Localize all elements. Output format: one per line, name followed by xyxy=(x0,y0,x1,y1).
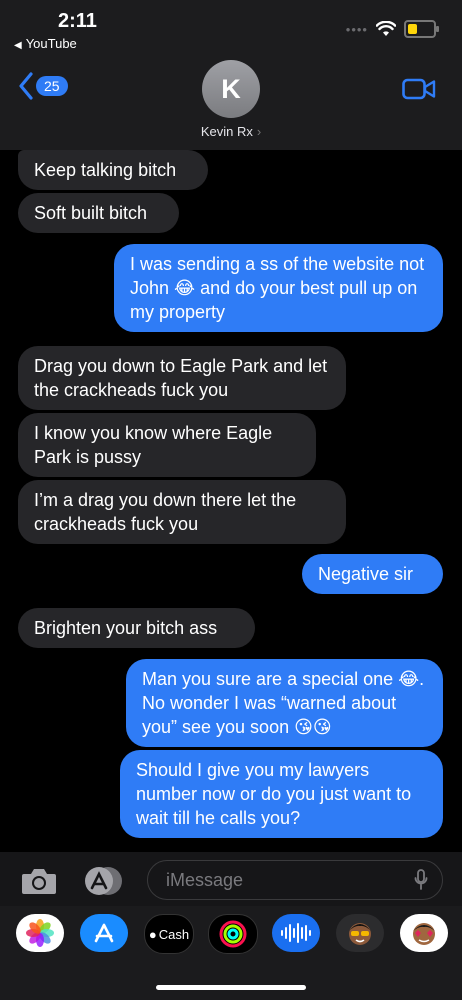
camera-icon[interactable] xyxy=(20,866,58,896)
apple-cash-button[interactable]: ● Cash xyxy=(144,914,194,954)
chevron-right-icon: › xyxy=(256,124,262,139)
back-app-label: YouTube xyxy=(25,36,77,51)
imessage-input[interactable]: iMessage xyxy=(147,860,443,900)
microphone-icon[interactable] xyxy=(414,869,428,891)
fitness-button[interactable] xyxy=(208,914,258,954)
contact-name-button[interactable]: Kevin Rx › xyxy=(0,124,462,139)
message-bubble-outgoing[interactable]: I was sending a ss of the website not Jo… xyxy=(114,244,443,332)
app-store-button[interactable] xyxy=(80,914,128,952)
message-bubble-outgoing[interactable]: Should I give you my lawyers number now … xyxy=(120,750,443,838)
back-button[interactable]: 25 xyxy=(18,72,68,100)
cash-label: Cash xyxy=(158,926,190,942)
audio-waveform-icon xyxy=(281,923,311,943)
memoji-stickers-icon xyxy=(413,923,435,945)
message-bubble-incoming[interactable]: I know you know where Eagle Park is puss… xyxy=(18,413,316,477)
back-to-app-link[interactable]: ◀ YouTube xyxy=(14,36,77,51)
memoji-icon xyxy=(349,923,371,945)
contact-name: Kevin Rx xyxy=(200,124,253,139)
memoji-button[interactable] xyxy=(336,914,384,952)
activity-rings-icon xyxy=(219,920,247,948)
battery-icon xyxy=(404,20,439,38)
message-bubble-incoming[interactable]: I’m a drag you down there let the crackh… xyxy=(18,480,346,544)
wifi-icon xyxy=(376,21,396,36)
photos-app-button[interactable] xyxy=(16,914,64,952)
home-indicator xyxy=(156,985,306,990)
unread-count-badge: 25 xyxy=(36,76,68,96)
contact-avatar[interactable]: K xyxy=(202,60,260,118)
message-bubble-incoming[interactable]: Soft built bitch xyxy=(18,193,179,233)
back-triangle-icon: ◀ xyxy=(14,40,22,51)
message-bubble-incoming[interactable]: Brighten your bitch ass xyxy=(18,608,255,648)
status-indicators: •••• xyxy=(345,20,439,38)
message-bubble-incoming[interactable]: Drag you down to Eagle Park and let the … xyxy=(18,346,346,410)
app-store-apps-icon[interactable] xyxy=(80,866,126,896)
signal-icon: •••• xyxy=(345,21,368,37)
photos-icon xyxy=(26,919,54,947)
imessage-placeholder: iMessage xyxy=(166,870,244,890)
apple-logo-icon: ● xyxy=(148,926,157,942)
app-store-icon xyxy=(94,923,114,943)
message-bubble-outgoing[interactable]: Negative sir xyxy=(302,554,443,594)
status-time: 2:11 xyxy=(58,10,97,32)
chevron-left-icon xyxy=(19,72,33,100)
message-bubble-incoming[interactable]: Keep talking bitch xyxy=(18,150,208,190)
message-bubble-outgoing[interactable]: Man you sure are a special one 😂. No won… xyxy=(126,659,443,747)
facetime-video-icon[interactable] xyxy=(402,78,436,100)
audio-message-button[interactable] xyxy=(272,914,320,952)
memoji-stickers-button[interactable] xyxy=(400,914,448,952)
